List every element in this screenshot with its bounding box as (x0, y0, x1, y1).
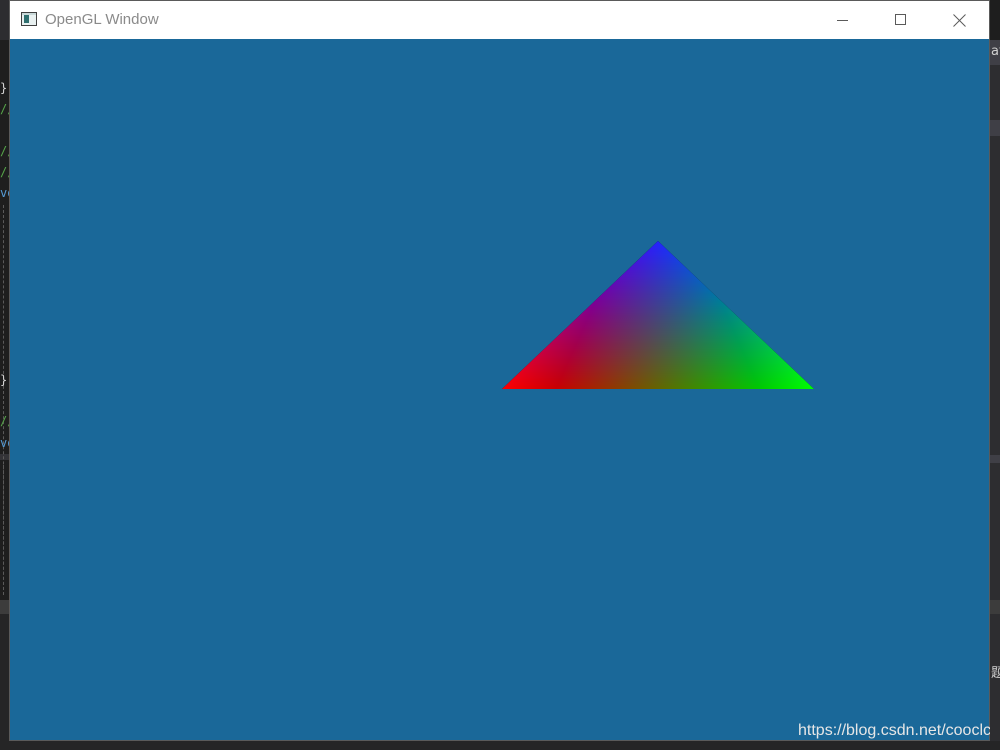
minimize-button[interactable] (814, 1, 872, 39)
watermark-text: https://blog.csdn.net/cooclc (798, 722, 990, 739)
opengl-app-icon (21, 12, 37, 26)
close-icon (952, 13, 966, 27)
opengl-viewport (10, 39, 989, 740)
ide-right-text-fragment: at (991, 44, 1000, 59)
maximize-button[interactable] (872, 1, 930, 39)
ide-right-text-fragment: 题 (991, 666, 1000, 681)
ide-indent-guide (3, 465, 4, 595)
maximize-icon (895, 14, 906, 25)
ide-right-panel-edge (990, 40, 1000, 750)
desktop-screen: } // // // vo } // vo at 题 OpenGL Window (0, 0, 1000, 750)
opengl-render-area[interactable] (10, 39, 989, 740)
close-button[interactable] (930, 1, 988, 39)
clear-color-background (10, 39, 989, 740)
ide-right-scrollbar (990, 600, 1000, 614)
ide-right-divider (990, 455, 1000, 463)
title-bar[interactable]: OpenGL Window (10, 1, 989, 39)
minimize-icon (837, 20, 848, 21)
ide-bottom-panel-edge (0, 741, 1000, 750)
ide-right-divider (990, 120, 1000, 136)
window-title: OpenGL Window (45, 11, 159, 28)
opengl-window: OpenGL Window (9, 0, 990, 741)
